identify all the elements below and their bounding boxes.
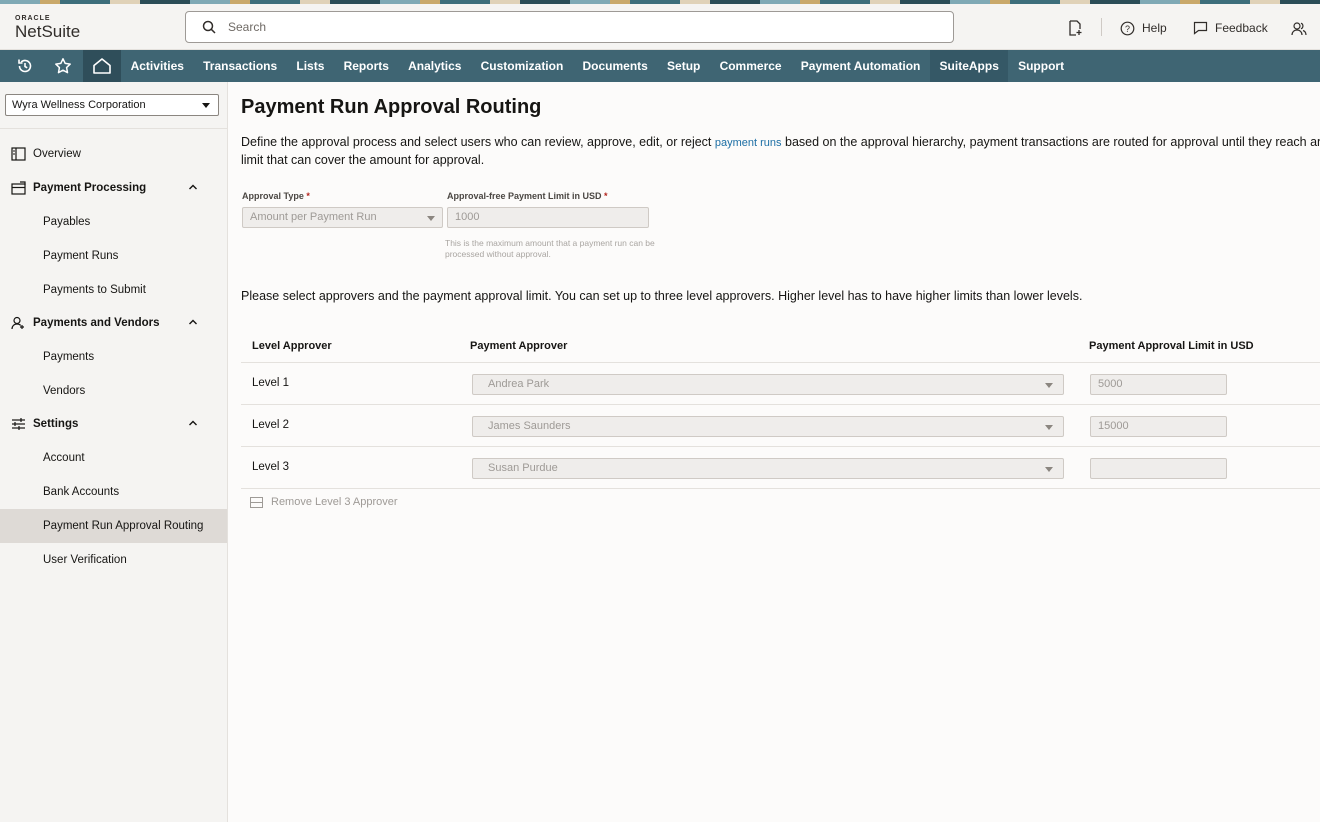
page-description: Define the approval process and select u… (241, 135, 1320, 167)
page-title: Payment Run Approval Routing (241, 96, 542, 118)
nav-recent-button[interactable] (6, 50, 44, 82)
nav-favorites-button[interactable] (44, 50, 82, 82)
nav-item-payment-automation[interactable]: Payment Automation (791, 50, 930, 82)
nav-item-suiteapps[interactable]: SuiteApps (929, 50, 1009, 82)
approval-type-label: Approval Type * (242, 191, 310, 201)
chevron-down-icon (202, 103, 210, 108)
sidebar-item-payment-run-approval-routing[interactable]: Payment Run Approval Routing (0, 509, 227, 543)
nav-item-commerce[interactable]: Commerce (710, 50, 791, 82)
sidebar-item-payment-runs[interactable]: Payment Runs (0, 239, 227, 273)
table-divider (241, 488, 1320, 489)
users-icon (1291, 21, 1307, 35)
sidebar-section-payment-processing[interactable]: Payment Processing (0, 171, 227, 205)
level-1-approver-select[interactable]: Andrea Park (472, 374, 1064, 395)
nav-item-setup[interactable]: Setup (657, 50, 710, 82)
main-content: Payment Run Approval Routing Define the … (228, 82, 1320, 822)
required-marker: * (306, 191, 310, 201)
row-level-label: Level 3 (252, 461, 290, 473)
global-header: ORACLE NetSuite Search ? Help Feedback (0, 4, 1320, 50)
sidebar-item-account[interactable]: Account (0, 441, 227, 475)
row-level-label: Level 2 (252, 419, 290, 431)
column-header-limit: Payment Approval Limit in USD (1089, 340, 1254, 352)
remove-row-icon (250, 496, 263, 508)
svg-text:?: ? (1125, 24, 1130, 34)
netsuite-logo[interactable]: ORACLE NetSuite (15, 15, 80, 41)
level-3-limit-input[interactable] (1090, 458, 1227, 479)
table-divider (241, 362, 1320, 363)
overview-icon (11, 147, 26, 161)
nav-item-transactions[interactable]: Transactions (194, 50, 287, 82)
nav-item-customization[interactable]: Customization (471, 50, 573, 82)
table-divider (241, 446, 1320, 447)
nav-home-button[interactable] (83, 50, 121, 82)
star-icon (55, 58, 71, 74)
recent-records-button[interactable] (1068, 18, 1083, 38)
nav-item-activities[interactable]: Activities (121, 50, 194, 82)
user-menu-button[interactable] (1291, 18, 1307, 38)
document-add-icon (1069, 20, 1082, 36)
column-header-approver: Payment Approver (470, 340, 568, 352)
history-icon (18, 59, 32, 73)
subsidiary-select[interactable]: Wyra Wellness Corporation (5, 94, 219, 116)
sidebar-item-payments[interactable]: Payments (0, 340, 227, 374)
feedback-button[interactable]: Feedback (1193, 18, 1268, 38)
sidebar-divider (0, 128, 227, 129)
sidebar-item-vendors[interactable]: Vendors (0, 374, 227, 408)
search-icon (202, 20, 216, 34)
approver-instructions: Please select approvers and the payment … (241, 289, 1083, 303)
chevron-up-icon (189, 420, 197, 426)
chevron-down-icon (1045, 383, 1053, 388)
approval-type-select[interactable]: Amount per Payment Run (242, 207, 443, 228)
nav-item-support[interactable]: Support (1008, 50, 1073, 82)
home-icon (93, 58, 111, 74)
table-divider (241, 404, 1320, 405)
level-3-approver-select[interactable]: Susan Purdue (472, 458, 1064, 479)
sidebar-item-user-verification[interactable]: User Verification (0, 543, 227, 577)
approval-free-limit-input[interactable]: 1000 (447, 207, 649, 228)
settings-sliders-icon (12, 418, 25, 430)
help-icon: ? (1120, 21, 1135, 35)
main-navigation-bar: Activities Transactions Lists Reports An… (0, 50, 1320, 82)
chevron-down-icon (1045, 425, 1053, 430)
header-divider (1101, 18, 1102, 36)
level-1-limit-input[interactable]: 5000 (1090, 374, 1227, 395)
chevron-down-icon (427, 216, 435, 221)
required-marker: * (604, 191, 608, 201)
chevron-down-icon (1045, 467, 1053, 472)
user-icon (11, 316, 24, 330)
global-search-input[interactable]: Search (185, 11, 954, 43)
sidebar-section-settings[interactable]: Settings (0, 407, 227, 441)
approval-free-limit-hint: This is the maximum amount that a paymen… (445, 238, 655, 259)
nav-item-lists[interactable]: Lists (287, 50, 334, 82)
sidebar-section-payments-and-vendors[interactable]: Payments and Vendors (0, 306, 227, 340)
chevron-up-icon (189, 184, 197, 190)
payment-processing-icon (11, 181, 26, 195)
column-header-level: Level Approver (252, 340, 332, 352)
search-placeholder: Search (228, 20, 267, 34)
chevron-up-icon (189, 319, 197, 325)
sidebar-item-bank-accounts[interactable]: Bank Accounts (0, 475, 227, 509)
level-2-limit-input[interactable]: 15000 (1090, 416, 1227, 437)
nav-item-analytics[interactable]: Analytics (399, 50, 472, 82)
level-2-approver-select[interactable]: James Saunders (472, 416, 1064, 437)
payment-runs-link[interactable]: payment runs (715, 137, 782, 149)
feedback-icon (1193, 21, 1208, 35)
remove-level-3-approver-button[interactable]: Remove Level 3 Approver (250, 496, 398, 508)
sidebar-item-overview[interactable]: Overview (0, 137, 227, 171)
sidebar-item-payables[interactable]: Payables (0, 205, 227, 239)
sidebar-item-payments-to-submit[interactable]: Payments to Submit (0, 273, 227, 307)
help-button[interactable]: ? Help (1120, 18, 1167, 38)
nav-item-documents[interactable]: Documents (573, 50, 658, 82)
row-level-label: Level 1 (252, 377, 290, 389)
nav-item-reports[interactable]: Reports (334, 50, 399, 82)
sidebar: Wyra Wellness Corporation Overview Payme… (0, 82, 228, 822)
approval-free-limit-label: Approval-free Payment Limit in USD * (447, 191, 608, 201)
nav-menu: Activities Transactions Lists Reports An… (121, 50, 1074, 82)
